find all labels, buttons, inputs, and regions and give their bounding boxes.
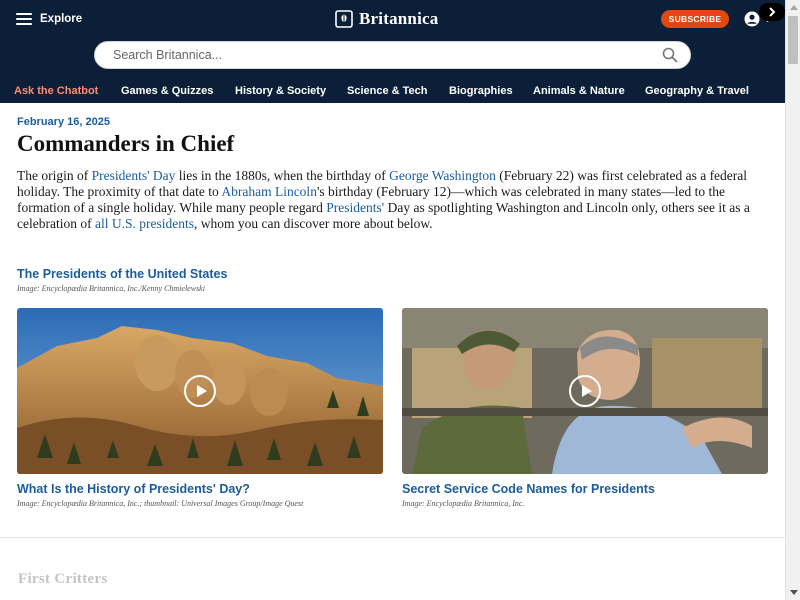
nav-item-biographies[interactable]: Biographies — [449, 85, 513, 97]
subscribe-button[interactable]: SUBSCRIBE — [661, 10, 729, 28]
video-title-presidents-day[interactable]: What Is the History of Presidents' Day? — [17, 482, 250, 496]
nav-item-games-quizzes[interactable]: Games & Quizzes — [121, 85, 213, 97]
article-text-segment: , whom you can discover more about below… — [193, 216, 433, 231]
article-title: Commanders in Chief — [17, 131, 235, 156]
explore-label: Explore — [40, 13, 83, 25]
article-inline-link[interactable]: George Washington — [389, 168, 496, 183]
section-image-credit: Image: Encyclopædia Britannica, Inc./Ken… — [17, 284, 205, 293]
user-icon — [744, 11, 760, 27]
play-icon[interactable] — [184, 375, 216, 407]
brand-name: Britannica — [359, 9, 439, 28]
nav-item-ask-the-chatbot[interactable]: Ask the Chatbot — [14, 85, 98, 97]
search-bar — [94, 41, 691, 69]
article-inline-link[interactable]: Presidents' Day — [92, 168, 176, 183]
play-icon[interactable] — [569, 375, 601, 407]
article-text-segment: The origin of — [17, 168, 92, 183]
article-inline-link[interactable]: all U.S. presidents — [95, 216, 194, 231]
nav-item-science-tech[interactable]: Science & Tech — [347, 85, 428, 97]
hamburger-icon — [16, 13, 32, 25]
chevron-right-icon — [769, 7, 776, 17]
video-thumbnail-rushmore[interactable] — [17, 308, 383, 474]
page-scrollbar[interactable] — [785, 0, 800, 600]
presidents-list-link[interactable]: The Presidents of the United States — [17, 267, 227, 281]
article-inline-link[interactable]: Presidents' — [326, 200, 384, 215]
scrollbar-thumb[interactable] — [788, 16, 798, 64]
nav-item-geography-travel[interactable]: Geography & Travel — [645, 85, 749, 97]
video-thumbnail-code-names[interactable] — [402, 308, 768, 474]
search-input[interactable] — [113, 48, 662, 62]
britannica-logo[interactable]: Britannica — [335, 9, 438, 29]
video-title-code-names[interactable]: Secret Service Code Names for Presidents — [402, 482, 655, 496]
video-credit-code-names: Image: Encyclopædia Britannica, Inc. — [402, 499, 525, 508]
article-body: The origin of Presidents' Day lies in th… — [17, 168, 772, 232]
search-icon[interactable] — [662, 47, 678, 63]
article-date: February 16, 2025 — [17, 116, 110, 128]
section-divider — [0, 537, 785, 538]
category-nav: Ask the Chatbot Games & Quizzes History & … — [0, 78, 785, 103]
article-text-segment: lies in the 1880s, when the birthday of — [175, 168, 390, 183]
video-credit-presidents-day: Image: Encyclopædia Britannica, Inc.; th… — [17, 499, 304, 508]
site-header: Explore Britannica SUBSCRIBE Ask the Cha… — [0, 0, 785, 103]
thistle-logo-icon — [335, 10, 353, 28]
nav-item-history-society[interactable]: History & Society — [235, 85, 326, 97]
scroll-up-arrow-icon[interactable] — [786, 0, 800, 14]
explore-menu-button[interactable]: Explore — [16, 10, 82, 28]
scroll-down-arrow-icon[interactable] — [786, 586, 800, 600]
next-section-title: First Critters — [18, 571, 108, 587]
article-inline-link[interactable]: Abraham Lincoln — [221, 184, 317, 199]
nav-item-animals-nature[interactable]: Animals & Nature — [533, 85, 625, 97]
nav-scroll-right-button[interactable] — [759, 3, 785, 21]
